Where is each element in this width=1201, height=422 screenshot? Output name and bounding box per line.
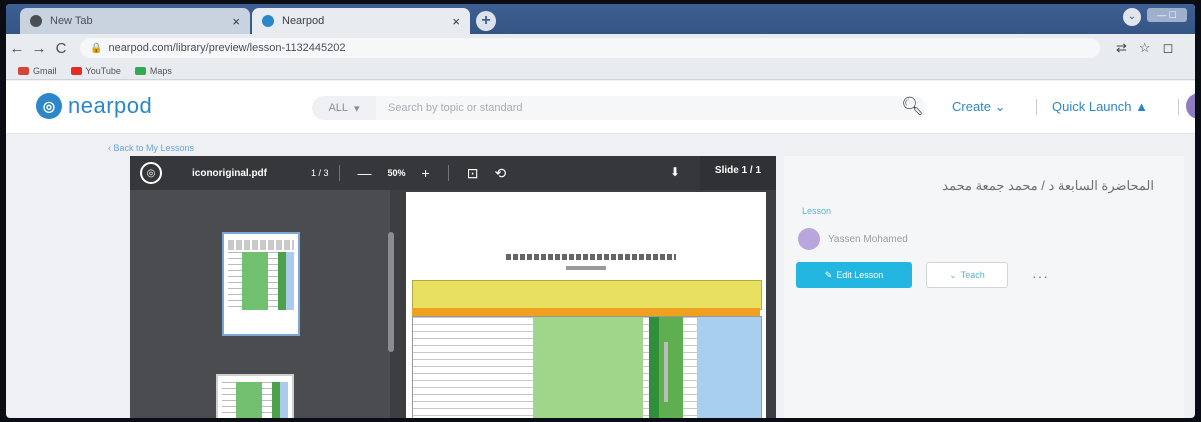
close-icon[interactable]: × (452, 14, 460, 29)
nearpod-logo-icon: ◎ (36, 93, 62, 119)
url-bar[interactable]: 🔒 nearpod.com/library/preview/lesson-113… (80, 38, 1100, 58)
back-arrow-icon[interactable]: ← (6, 40, 28, 57)
author-name: Yassen Mohamed (828, 233, 908, 245)
header-divider (1036, 99, 1037, 115)
tab-new-tab[interactable]: New Tab × (20, 8, 250, 34)
avatar (798, 228, 820, 250)
create-menu[interactable]: Create ⌄ (952, 99, 1006, 115)
chevron-down-icon: ▾ (354, 102, 360, 115)
zoom-out-icon[interactable]: — (358, 165, 372, 181)
pdf-toolbar: ◎ iconoriginal.pdf 1 / 3 — 50% + ⊡ ⟲ ⬇ S… (130, 156, 776, 190)
quick-launch-label: Quick Launch (1052, 99, 1132, 114)
edit-lesson-label: Edit Lesson (836, 270, 884, 280)
toolbar-divider (447, 165, 449, 181)
bookmark-label: Maps (149, 65, 172, 76)
doc-heading (506, 254, 676, 260)
nearpod-favicon-icon (262, 15, 274, 27)
thumbnail-scrollbar[interactable] (388, 232, 394, 352)
nearpod-logo[interactable]: ◎ nearpod (36, 93, 152, 119)
nearpod-logo-icon: ◎ (140, 162, 162, 184)
edit-lesson-button[interactable]: ✎ Edit Lesson (796, 262, 912, 288)
reload-icon[interactable]: C (50, 40, 72, 57)
teach-button[interactable]: ⌄ Teach (926, 262, 1008, 288)
more-options-icon[interactable]: ··· (1032, 268, 1049, 284)
fit-page-icon[interactable]: ⊡ (467, 165, 479, 182)
thumb-heading (228, 240, 294, 250)
slide-badge: Slide 1 / 1 (700, 156, 776, 190)
bookmark-maps[interactable]: Maps (134, 65, 172, 76)
chevron-down-icon: ⌄ (949, 269, 957, 280)
search-input[interactable] (376, 96, 926, 120)
bookmarks-bar: Gmail YouTube Maps (6, 62, 1195, 80)
teach-label: Teach (960, 270, 985, 280)
window-controls: ⌄ — ☐ (1123, 8, 1187, 26)
search-icon[interactable]: 🔍︎ (901, 96, 924, 117)
tab-nearpod[interactable]: Nearpod × (252, 8, 470, 34)
pdf-viewer: ◎ iconoriginal.pdf 1 / 3 — 50% + ⊡ ⟲ ⬇ S… (130, 156, 776, 418)
gmail-icon (18, 66, 29, 75)
doc-scroll-indicator (664, 342, 668, 402)
download-icon[interactable]: ⬇ (670, 165, 680, 179)
user-avatar[interactable] (1186, 93, 1195, 119)
chevron-down-icon: ⌄ (994, 99, 1006, 114)
bookmark-youtube[interactable]: YouTube (70, 65, 121, 76)
lock-icon: 🔒 (90, 42, 103, 54)
doc-subheading (566, 266, 606, 270)
page-indicator[interactable]: 1 / 3 (311, 168, 329, 178)
tab-title: Nearpod (282, 15, 325, 27)
search-filter-dropdown[interactable]: ALL ▾ (312, 96, 376, 120)
doc-yellow-row (412, 280, 762, 310)
star-icon[interactable]: ☆ (1139, 40, 1151, 56)
page-thumbnail[interactable] (222, 232, 300, 336)
address-bar-row: ← → C 🔒 nearpod.com/library/preview/less… (6, 34, 1195, 62)
new-tab-button[interactable]: + (476, 11, 496, 31)
chrome-icon (30, 15, 42, 27)
pdf-page (406, 192, 766, 418)
quick-launch-button[interactable]: Quick Launch ▲ (1052, 99, 1148, 114)
thumbnail-panel: 1 (130, 190, 394, 418)
rotate-icon[interactable]: ⟲ (494, 165, 506, 182)
header-divider (1178, 99, 1179, 115)
chevron-down-icon[interactable]: ⌄ (1123, 8, 1141, 26)
pdf-filename: iconoriginal.pdf (192, 167, 267, 179)
url-text: nearpod.com/library/preview/lesson-11324… (108, 42, 346, 54)
browser-actions: ⇄ ☆ ◻ (1116, 40, 1173, 56)
create-label: Create (952, 99, 992, 114)
thumb-table (222, 382, 288, 418)
youtube-icon (70, 66, 82, 75)
minimize-maximize-icon[interactable]: — ☐ (1147, 8, 1187, 22)
zoom-in-icon[interactable]: + (422, 165, 430, 181)
close-icon[interactable]: × (232, 14, 240, 29)
rocket-icon: ▲ (1135, 99, 1148, 114)
thumb-table (228, 252, 294, 310)
edit-icon: ✎ (824, 269, 833, 280)
translate-icon[interactable]: ⇄ (1116, 40, 1127, 56)
doc-table (412, 316, 762, 418)
toolbar-divider (338, 165, 340, 181)
filter-label: ALL (328, 102, 349, 114)
nearpod-header: ◎ nearpod ALL ▾ 🔍︎ Create ⌄ Quick Launch… (6, 81, 1195, 134)
maps-icon (134, 66, 146, 75)
logo-text: nearpod (68, 93, 153, 118)
bookmark-label: Gmail (33, 65, 57, 76)
lesson-author: Yassen Mohamed (798, 228, 908, 250)
bookmark-label: YouTube (85, 65, 121, 76)
extension-icon[interactable]: ◻ (1163, 40, 1174, 56)
doc-table-header (412, 308, 760, 316)
bookmark-gmail[interactable]: Gmail (18, 66, 57, 76)
lesson-details-panel: المحاضرة السابعة د / محمد جمعة محمد Less… (784, 156, 1184, 418)
lesson-type-label: Lesson (802, 206, 832, 216)
zoom-level[interactable]: 50% (388, 168, 406, 178)
tab-title: New Tab (50, 15, 93, 27)
back-to-lessons-link[interactable]: ‹ Back to My Lessons (108, 143, 194, 153)
page-thumbnail[interactable] (216, 374, 294, 418)
browser-tab-strip: New Tab × Nearpod × + ⌄ — ☐ (6, 4, 1195, 34)
screen: New Tab × Nearpod × + ⌄ — ☐ ← → C 🔒 near… (6, 4, 1195, 418)
forward-arrow-icon[interactable]: → (28, 40, 50, 57)
lesson-title: المحاضرة السابعة د / محمد جمعة محمد (942, 178, 1154, 193)
